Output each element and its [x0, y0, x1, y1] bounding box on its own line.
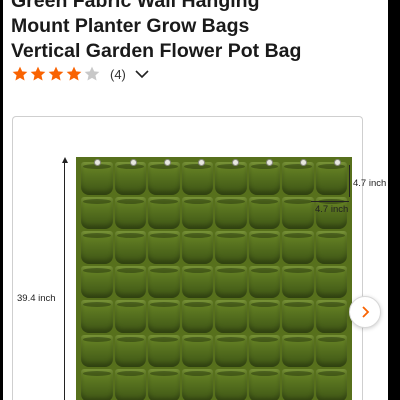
planter-pocket — [315, 265, 347, 298]
planter-pocket — [114, 300, 146, 333]
planter-pocket — [248, 265, 280, 298]
planter-pocket — [148, 231, 180, 264]
height-dimension-line — [64, 162, 65, 400]
grommet-icon — [164, 159, 171, 166]
grommet-icon — [266, 159, 273, 166]
pocket-width-dimension-line — [311, 201, 349, 202]
chevron-down-icon[interactable] — [134, 66, 150, 82]
planter-pocket — [148, 300, 180, 333]
star-filled-icon — [12, 66, 28, 81]
planter-pocket — [81, 369, 113, 400]
planter-pocket — [315, 369, 347, 400]
review-count: (4) — [110, 66, 126, 82]
product-image-gallery[interactable]: 39.4 inch 4.7 inch 4.7 inch — [12, 116, 386, 400]
planter-pocket — [181, 300, 213, 333]
planter-pocket — [282, 265, 314, 298]
planter-pocket — [81, 300, 113, 333]
grommet-icon — [130, 159, 137, 166]
planter-pocket — [181, 369, 213, 400]
pocket-height-label: 4.7 inch — [353, 178, 387, 189]
planter-pocket — [81, 265, 113, 298]
star-empty-icon — [84, 66, 100, 81]
dimension-arrow-icon — [62, 157, 68, 163]
grommet-icon — [198, 159, 205, 166]
planter-pocket — [114, 334, 146, 367]
planter-pocket — [114, 265, 146, 298]
planter-pocket — [315, 162, 347, 195]
planter-pocket — [181, 334, 213, 367]
planter-pocket — [181, 196, 213, 229]
planter-pocket — [248, 196, 280, 229]
product-title-line: Mount Planter Grow Bags — [11, 15, 250, 37]
star-filled-icon — [30, 66, 46, 81]
chevron-right-icon — [362, 306, 370, 318]
planter-pocket — [215, 300, 247, 333]
planter-pocket — [114, 369, 146, 400]
planter-pocket — [81, 196, 113, 229]
product-page: Green Fabric Wall Hanging Mount Planter … — [3, 0, 388, 400]
planter-pocket — [148, 196, 180, 229]
pocket-grid — [80, 161, 348, 400]
planter-pocket — [315, 231, 347, 264]
product-title-line: Vertical Garden Flower Pot Bag — [11, 40, 302, 62]
planter-pocket — [114, 231, 146, 264]
planter-pocket — [248, 162, 280, 195]
height-dimension-label: 39.4 inch — [17, 293, 56, 304]
planter-pocket — [248, 334, 280, 367]
pocket-height-dimension-line — [349, 165, 350, 197]
planter-pocket — [215, 162, 247, 195]
planter-pocket — [181, 265, 213, 298]
planter-pocket — [81, 162, 113, 195]
planter-pocket — [148, 334, 180, 367]
planter-pocket — [282, 334, 314, 367]
next-image-button[interactable] — [349, 296, 381, 328]
planter-pocket — [215, 369, 247, 400]
grommet-icon — [334, 159, 341, 166]
planter-pocket — [248, 300, 280, 333]
planter-pocket — [282, 300, 314, 333]
grommet-icon — [94, 159, 101, 166]
planter-pocket — [114, 162, 146, 195]
planter-pocket — [215, 196, 247, 229]
planter-pocket — [215, 231, 247, 264]
planter-pocket — [282, 231, 314, 264]
planter-fabric — [76, 157, 352, 400]
planter-pocket — [148, 265, 180, 298]
planter-pocket — [148, 162, 180, 195]
planter-pocket — [114, 196, 146, 229]
star-filled-icon — [48, 66, 64, 81]
planter-pocket — [181, 231, 213, 264]
planter-pocket — [248, 231, 280, 264]
pocket-width-label: 4.7 inch — [315, 204, 349, 215]
planter-pocket — [81, 231, 113, 264]
planter-pocket — [282, 196, 314, 229]
star-filled-icon — [66, 66, 82, 81]
planter-pocket — [215, 334, 247, 367]
planter-pocket — [215, 265, 247, 298]
star-rating — [11, 65, 101, 83]
planter-pocket — [181, 162, 213, 195]
grommet-icon — [300, 159, 307, 166]
planter-pocket — [282, 369, 314, 400]
planter-pocket — [282, 162, 314, 195]
product-title: Green Fabric Wall Hanging Mount Planter … — [11, 0, 383, 64]
planter-pocket — [148, 369, 180, 400]
planter-pocket — [315, 300, 347, 333]
planter-pocket — [315, 334, 347, 367]
product-title-line: Green Fabric Wall Hanging — [11, 0, 260, 12]
grommet-icon — [232, 159, 239, 166]
planter-pocket — [81, 334, 113, 367]
planter-pocket — [248, 369, 280, 400]
rating-summary[interactable]: (4) — [11, 63, 150, 85]
